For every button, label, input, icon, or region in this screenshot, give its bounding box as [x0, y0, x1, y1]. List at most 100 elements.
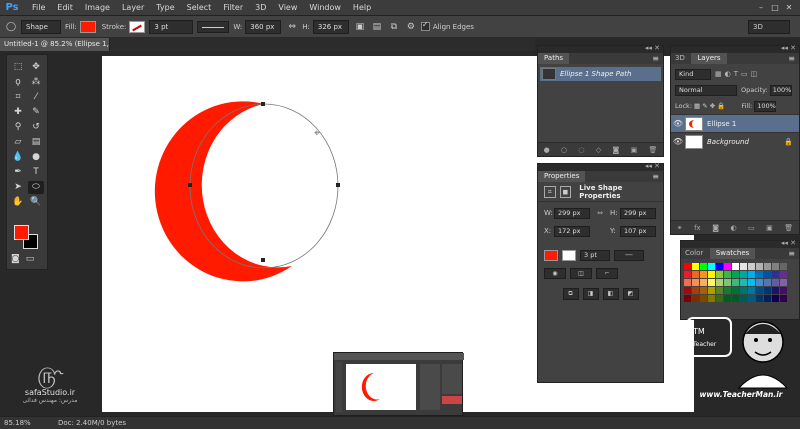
prop-stroke-swatch[interactable]	[562, 249, 576, 261]
fill-field[interactable]: 100%	[754, 100, 777, 112]
marquee-tool-icon[interactable]: ⬚	[10, 61, 26, 74]
maximize-button[interactable]: □	[768, 0, 782, 16]
screen-mode-icon[interactable]: ▭	[26, 253, 35, 266]
tab-3d[interactable]: 3D	[671, 53, 689, 64]
color-swatch[interactable]	[780, 263, 787, 270]
width-field[interactable]: 360 px	[245, 19, 282, 34]
color-swatch[interactable]	[764, 279, 771, 286]
panel-collapse-bar[interactable]: ◂◂ ✕	[538, 162, 663, 171]
color-swatch[interactable]	[748, 263, 755, 270]
color-swatch[interactable]	[716, 263, 723, 270]
vector-mask-icon[interactable]: ◼	[559, 185, 572, 198]
prop-y-field[interactable]: 107 px	[620, 225, 656, 237]
hand-tool-icon[interactable]: ✋	[10, 196, 26, 209]
eraser-tool-icon[interactable]: ▱	[10, 136, 26, 149]
teacherman-url[interactable]: www.TeacherMan.ir	[684, 390, 798, 399]
menu-filter[interactable]: Filter	[217, 0, 249, 16]
stroke-type-select[interactable]	[197, 20, 230, 33]
add-mask-icon[interactable]: ◙	[612, 146, 619, 154]
trash-icon[interactable]: 🗑	[784, 224, 793, 232]
link-icon[interactable]: ⇔	[590, 209, 610, 217]
panel-menu-icon[interactable]: ≡	[788, 53, 795, 64]
filter-pixel-icon[interactable]: ▦	[715, 70, 722, 78]
path-alignment-icon[interactable]: ▤	[370, 20, 384, 34]
menu-layer[interactable]: Layer	[116, 0, 150, 16]
ellipse-shape-tool-icon[interactable]: ⬭	[28, 181, 44, 194]
color-swatch[interactable]	[708, 279, 715, 286]
color-swatch[interactable]	[692, 271, 699, 278]
color-swatch[interactable]	[780, 271, 787, 278]
color-swatch[interactable]	[740, 287, 747, 294]
color-swatch[interactable]	[748, 271, 755, 278]
color-swatch[interactable]	[740, 263, 747, 270]
gradient-tool-icon[interactable]: ▤	[28, 136, 44, 149]
color-swatch[interactable]	[708, 287, 715, 294]
color-swatch[interactable]	[772, 279, 779, 286]
new-layer-icon[interactable]: ▣	[766, 224, 773, 232]
prop-x-field[interactable]: 172 px	[554, 225, 590, 237]
path-item[interactable]: Ellipse 1 Shape Path	[540, 67, 661, 81]
workspace-select[interactable]: 3D	[748, 20, 790, 34]
color-swatch[interactable]	[764, 287, 771, 294]
lock-icons[interactable]: ▦ ✎ ✥ 🔒	[694, 102, 725, 110]
color-swatch[interactable]	[764, 295, 771, 302]
tab-paths[interactable]: Paths	[538, 53, 570, 64]
menu-help[interactable]: Help	[347, 0, 377, 16]
tab-swatches[interactable]: Swatches	[709, 248, 756, 259]
document-tab[interactable]: Untitled-1 @ 85.2% (Ellipse 1, RGB/8) *	[0, 38, 141, 51]
color-swatch[interactable]	[700, 271, 707, 278]
color-swatch[interactable]	[732, 279, 739, 286]
color-swatch[interactable]	[756, 295, 763, 302]
pen-tool-icon[interactable]: ✒	[10, 166, 26, 179]
move-tool-icon[interactable]: ✥	[28, 61, 44, 74]
color-swatch[interactable]	[684, 287, 691, 294]
combine-shapes-icon[interactable]: ⧉	[562, 288, 579, 300]
color-swatch[interactable]	[764, 271, 771, 278]
gear-icon[interactable]: ⚙	[404, 20, 418, 34]
color-swatch[interactable]	[692, 295, 699, 302]
subtract-shape-icon[interactable]: ◨	[582, 288, 599, 300]
color-swatch[interactable]	[732, 263, 739, 270]
crop-tool-icon[interactable]: ⌗	[10, 91, 26, 104]
color-swatch[interactable]	[724, 295, 731, 302]
quick-select-tool-icon[interactable]: ⁂	[28, 76, 44, 89]
color-swatch[interactable]	[756, 271, 763, 278]
filter-shape-icon[interactable]: ▭	[741, 70, 748, 78]
color-swatch[interactable]	[756, 263, 763, 270]
color-swatch[interactable]	[740, 279, 747, 286]
pixel-mask-icon[interactable]: ⌗	[544, 185, 556, 198]
make-work-path-icon[interactable]: ◇	[596, 146, 601, 154]
color-swatch[interactable]	[724, 271, 731, 278]
filter-type-icon[interactable]: T	[734, 70, 738, 78]
visibility-eye-icon[interactable]: 👁	[671, 137, 685, 146]
blur-tool-icon[interactable]: 💧	[10, 151, 26, 164]
prop-width-field[interactable]: 299 px	[554, 207, 590, 219]
filter-smart-icon[interactable]: ◫	[751, 70, 758, 78]
load-selection-icon[interactable]: ◌	[578, 146, 584, 154]
fill-path-icon[interactable]: ●	[544, 146, 550, 154]
color-swatch[interactable]	[732, 271, 739, 278]
new-path-icon[interactable]: ▣	[631, 146, 638, 154]
visibility-eye-icon[interactable]: 👁	[671, 119, 685, 128]
brush-tool-icon[interactable]: ✎	[28, 106, 44, 119]
link-icon[interactable]: ⇔	[285, 20, 299, 34]
color-swatch[interactable]	[692, 279, 699, 286]
color-swatch[interactable]	[716, 287, 723, 294]
menu-window[interactable]: Window	[303, 0, 347, 16]
menu-view[interactable]: View	[272, 0, 303, 16]
color-swatch[interactable]	[748, 287, 755, 294]
color-swatch[interactable]	[764, 263, 771, 270]
stroke-align-icon[interactable]: ◉	[544, 267, 566, 279]
color-swatch[interactable]	[748, 295, 755, 302]
ellipse-tool-icon[interactable]: ◯	[4, 20, 18, 34]
close-button[interactable]: ✕	[782, 0, 796, 16]
color-swatch[interactable]	[708, 263, 715, 270]
menu-select[interactable]: Select	[181, 0, 218, 16]
color-swatch[interactable]	[772, 287, 779, 294]
color-swatch[interactable]	[692, 287, 699, 294]
panel-collapse-bar[interactable]: ◂◂ ✕	[671, 44, 799, 53]
color-swatch[interactable]	[716, 279, 723, 286]
color-swatch[interactable]	[692, 263, 699, 270]
color-swatch[interactable]	[740, 295, 747, 302]
color-swatch[interactable]	[756, 279, 763, 286]
